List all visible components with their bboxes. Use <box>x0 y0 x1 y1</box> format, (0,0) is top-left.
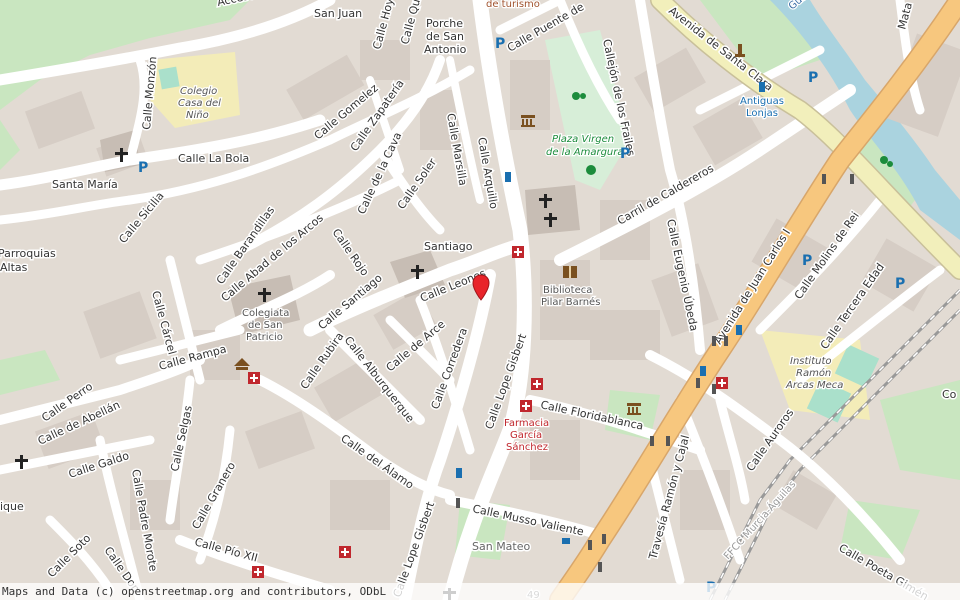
label-instituto-3: Arcas Meca <box>785 380 843 391</box>
bus-stop-icon[interactable] <box>505 172 511 182</box>
label-santiago: Santiago <box>424 240 473 253</box>
map-attribution: Maps and Data (c) openstreetmap.org and … <box>0 583 960 600</box>
pharmacy-icon[interactable] <box>252 566 264 578</box>
label-san-mateo: San Mateo <box>472 540 531 553</box>
pharmacy-icon[interactable] <box>512 246 524 258</box>
label-porche-2: de San <box>426 30 464 43</box>
label-santa-maria: Santa María <box>52 178 118 191</box>
label-parroquias-1: Parroquias <box>0 247 56 260</box>
parking-icon[interactable]: P <box>895 276 905 292</box>
label-porche-1: Porche <box>426 17 463 30</box>
label-colegiata-2: de San <box>248 320 283 331</box>
label-turismo: de turismo <box>486 0 540 10</box>
label-san-juan: San Juan <box>314 7 362 20</box>
label-ique: ique <box>0 500 24 513</box>
label-parroquias-2: Altas <box>0 261 28 274</box>
pharmacy-icon[interactable] <box>248 372 260 384</box>
label-biblioteca-1: Biblioteca <box>543 285 592 296</box>
label-farmacia-2: García <box>510 429 542 441</box>
label-plaza-1: Plaza Virgen <box>552 134 614 145</box>
label-antiguas-1: Antiguas <box>740 96 784 107</box>
pharmacy-icon[interactable] <box>520 400 532 412</box>
label-co: Co <box>942 388 957 401</box>
label-farmacia-1: Farmacia <box>504 418 549 429</box>
map-canvas[interactable]: Acceso Castillo San Juan Calle Quin Call… <box>0 0 960 600</box>
label-plaza-2: de la Amargura <box>546 147 624 158</box>
pharmacy-icon[interactable] <box>531 378 543 390</box>
bus-stop-icon[interactable] <box>700 366 706 376</box>
parking-icon[interactable]: P <box>495 36 505 52</box>
pharmacy-icon[interactable] <box>716 377 728 389</box>
label-colegio-3: Niño <box>186 110 209 121</box>
label-instituto-2: Ramón <box>796 367 831 379</box>
bus-stop-icon[interactable] <box>736 325 742 335</box>
label-colegio-1: Colegio <box>180 86 217 97</box>
parking-icon[interactable]: P <box>138 160 148 176</box>
library-icon[interactable] <box>563 266 577 278</box>
parking-icon[interactable]: P <box>620 146 630 162</box>
label-colegio-2: Casa del <box>178 98 221 109</box>
label-instituto-1: Instituto <box>790 356 832 367</box>
zoo-icon[interactable] <box>586 165 596 175</box>
parking-icon[interactable]: P <box>808 70 818 86</box>
label-colegiata-1: Colegiata <box>242 308 289 319</box>
label-colegiata-3: Patricio <box>246 332 283 343</box>
bus-stop-icon[interactable] <box>759 82 765 92</box>
label-calle-la-bola: Calle La Bola <box>178 152 249 165</box>
bus-stop-icon[interactable] <box>456 468 462 478</box>
label-biblioteca-2: Pilar Barnés <box>541 296 600 308</box>
label-antiguas-2: Lonjas <box>746 108 778 119</box>
label-farmacia-3: Sánchez <box>506 441 548 453</box>
map-svg: Acceso Castillo San Juan Calle Quin Call… <box>0 0 960 600</box>
label-porche-3: Antonio <box>424 43 467 56</box>
parking-icon[interactable]: P <box>802 253 812 269</box>
pharmacy-icon[interactable] <box>339 546 351 558</box>
bus-stop-icon[interactable] <box>562 538 570 544</box>
